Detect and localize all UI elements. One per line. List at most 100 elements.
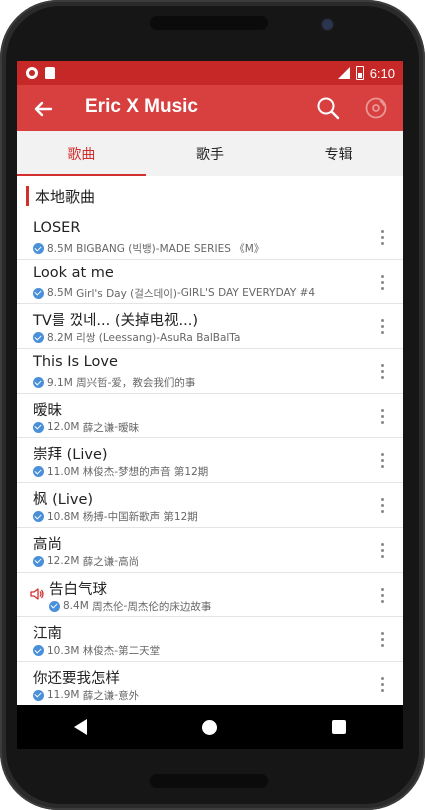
song-row[interactable]: 暧昧 12.0M 薛之谦 - 暧昧 [17, 394, 403, 439]
nav-recents-button[interactable] [331, 720, 346, 734]
search-icon [317, 97, 340, 120]
section-header: 本地歌曲 [26, 185, 95, 207]
song-title: 你还要我怎样 [33, 670, 120, 687]
bottom-speaker [150, 774, 268, 788]
song-title: Look at me [33, 264, 114, 281]
tab-bar: 歌曲 歌手 专辑 [17, 131, 403, 176]
song-meta: 9.1M 周兴哲 - 爱，教会我们的事 [33, 375, 195, 390]
song-meta: 8.5M BIGBANG (빅뱅) - MADE SERIES 《M》 [33, 241, 264, 256]
speaker-icon [30, 587, 44, 600]
song-title: 江南 [33, 626, 62, 643]
signal-icon [337, 67, 350, 79]
song-title: LOSER [33, 220, 81, 236]
song-album: AsuRa BalBalTa [160, 331, 241, 344]
tab-albums[interactable]: 专辑 [274, 131, 403, 176]
song-album: 爱，教会我们的事 [111, 377, 196, 390]
song-row[interactable]: This Is Love 9.1M 周兴哲 - 爱，教会我们的事 [17, 349, 403, 394]
app-toolbar: Eric X Music [17, 85, 403, 131]
earpiece-speaker [150, 16, 268, 30]
song-meta: 10.3M 林俊杰 - 第二天堂 [33, 643, 160, 658]
app-title: Eric X Music [85, 96, 198, 117]
check-circle-icon [33, 421, 44, 433]
song-artist: 林俊杰 [82, 645, 115, 658]
song-row[interactable]: TV를 껐네... (关掉电视...) 8.2M 리쌍 (Leessang) - … [17, 304, 403, 350]
battery-icon [355, 66, 364, 80]
song-meta: 12.2M 薛之谦 - 高尚 [33, 554, 139, 569]
song-album: 梦想的声音 第12期 [118, 466, 209, 479]
section-title: 本地歌曲 [35, 187, 96, 206]
nav-back-button[interactable] [74, 719, 88, 735]
song-album: 中国新歌声 第12期 [107, 511, 198, 524]
song-size: 8.5M [47, 287, 73, 300]
now-playing-button[interactable] [364, 96, 388, 120]
song-meta: 11.9M 薛之谦 - 意外 [33, 688, 139, 703]
tab-songs[interactable]: 歌曲 [17, 131, 146, 176]
more-vert-icon[interactable] [381, 364, 385, 380]
song-row[interactable]: LOSER 8.5M BIGBANG (빅뱅) - MADE SERIES 《M》 [17, 215, 403, 260]
song-size: 8.4M [63, 600, 89, 612]
song-meta: 8.4M 周杰伦 - 周杰伦的床边故事 [49, 599, 211, 614]
song-artist: 薛之谦 [82, 421, 115, 434]
song-list: LOSER 8.5M BIGBANG (빅뱅) - MADE SERIES 《M》… [17, 215, 403, 705]
status-time: 6:10 [369, 65, 395, 81]
song-meta: 10.8M 杨搏 - 中国新歌声 第12期 [33, 509, 198, 524]
song-size: 10.3M [47, 644, 80, 657]
song-album: 高尚 [118, 555, 140, 568]
song-artist: BIGBANG (빅뱅) [76, 243, 156, 255]
song-artist: 周兴哲 [76, 377, 108, 390]
song-title: 高尚 [33, 536, 62, 553]
song-row[interactable]: 江南 10.3M 林俊杰 - 第二天堂 [17, 617, 403, 662]
song-size: 9.1M [47, 376, 73, 389]
song-meta: 11.0M 林俊杰 - 梦想的声音 第12期 [33, 464, 208, 479]
more-vert-icon[interactable] [381, 587, 385, 604]
song-row[interactable]: 崇拜 (Live) 11.0M 林俊杰 - 梦想的声音 第12期 [17, 438, 403, 484]
check-circle-icon [33, 243, 44, 254]
more-vert-icon[interactable] [381, 408, 385, 425]
song-meta: 8.5M Girl's Day (걸스데이) - GIRL'S DAY EVER… [33, 286, 315, 301]
song-artist: 周杰伦 [92, 600, 124, 613]
song-row[interactable]: 高尚 12.2M 薛之谦 - 高尚 [17, 528, 403, 573]
song-artist: Girl's Day (걸스데이) [76, 287, 177, 300]
more-vert-icon[interactable] [381, 230, 385, 246]
back-button[interactable] [29, 95, 57, 123]
more-vert-icon[interactable] [381, 498, 385, 514]
song-album: 暧昧 [118, 421, 140, 434]
section-accent-bar [26, 186, 29, 206]
check-circle-icon [33, 332, 44, 344]
tab-artists[interactable]: 歌手 [146, 131, 275, 176]
more-vert-icon[interactable] [381, 453, 385, 469]
song-title: 暧昧 [33, 402, 62, 419]
check-circle-icon [33, 377, 44, 389]
song-album: 周杰伦的床边故事 [127, 600, 212, 613]
song-title: 枫 (Live) [33, 492, 94, 509]
search-button[interactable] [315, 95, 341, 121]
song-size: 12.0M [47, 421, 80, 434]
phone-frame: 6:10 Eric X Music 歌曲 歌手 专辑 本地歌曲 LOSER 8.… [0, 0, 425, 810]
more-vert-icon[interactable] [381, 676, 385, 693]
more-vert-icon[interactable] [381, 632, 385, 648]
song-size: 12.2M [47, 555, 80, 568]
song-album: MADE SERIES 《M》 [159, 243, 265, 255]
song-row[interactable]: 枫 (Live) 10.8M 杨搏 - 中国新歌声 第12期 [17, 483, 403, 528]
song-title: TV를 껐네... (关掉电视...) [33, 313, 198, 330]
song-row[interactable]: 你还要我怎样 11.9M 薛之谦 - 意外 [17, 662, 403, 705]
song-size: 10.8M [47, 510, 80, 523]
disc-icon [365, 97, 387, 119]
check-circle-icon [33, 287, 44, 299]
song-row[interactable]: Look at me 8.5M Girl's Day (걸스데이) - GIRL'… [17, 260, 403, 305]
song-artist: 리쌍 (Leessang) [76, 332, 157, 345]
song-size: 8.2M [47, 331, 73, 344]
song-title: 崇拜 (Live) [33, 447, 108, 464]
notification-icon [26, 67, 38, 79]
back-arrow-icon [34, 101, 53, 117]
more-vert-icon[interactable] [381, 542, 385, 559]
navigation-bar [17, 705, 403, 749]
nav-home-button[interactable] [201, 719, 217, 735]
more-vert-icon[interactable] [381, 319, 385, 335]
song-row[interactable]: 告白气球 8.4M 周杰伦 - 周杰伦的床边故事 [17, 573, 403, 618]
song-artist: 薛之谦 [82, 555, 115, 568]
check-circle-icon [33, 555, 44, 567]
more-vert-icon[interactable] [381, 274, 385, 291]
check-circle-icon [33, 689, 44, 701]
check-circle-icon [33, 645, 44, 657]
